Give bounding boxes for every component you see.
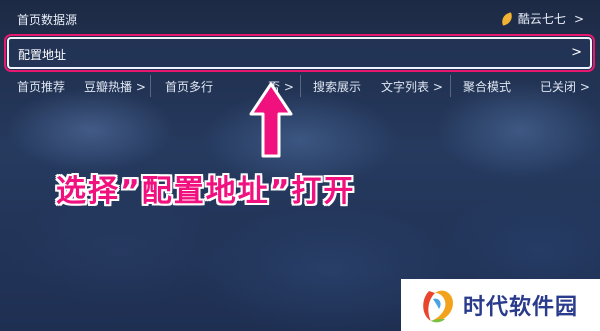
watermark: 时代软件园 — [401, 279, 600, 331]
menu-item-aggregate-value[interactable]: 已关闭 > — [540, 78, 590, 95]
config-address-label: 配置地址 — [18, 48, 67, 62]
menu-separator — [150, 75, 151, 97]
home-data-source-label: 首页数据源 — [17, 13, 78, 27]
chevron-right-icon: > — [571, 45, 582, 60]
menu-item-search-display[interactable]: 搜索展示 — [313, 78, 361, 95]
menu-item-text-list[interactable]: 文字列表 > — [381, 78, 443, 95]
menu-item-home-recommend[interactable]: 首页推荐 — [17, 78, 65, 95]
watermark-logo-icon — [423, 290, 453, 323]
instruction-annotation: 选择”配置地址”打开 — [56, 174, 356, 209]
config-address-row[interactable]: 配置地址 > — [4, 34, 595, 72]
home-data-source-value[interactable]: 酷云七七 > — [499, 10, 584, 27]
menu-item-home-multirow[interactable]: 首页多行 — [165, 78, 213, 95]
data-source-name: 酷云七七 — [517, 12, 566, 26]
menu-separator — [300, 75, 301, 97]
menu-item-aggregate-mode[interactable]: 聚合模式 — [463, 78, 511, 95]
up-arrow-annotation — [249, 82, 293, 158]
menu-separator — [450, 75, 451, 97]
settings-menu-row: 首页推荐 豆瓣热播 > 首页多行 否 > 搜索展示 文字列表 > 聚合模式 已关… — [0, 75, 600, 97]
home-data-source-row[interactable]: 首页数据源 酷云七七 > — [0, 0, 600, 36]
watermark-text: 时代软件园 — [463, 295, 579, 320]
menu-item-douban-hot[interactable]: 豆瓣热播 > — [84, 78, 146, 95]
leaf-icon — [499, 11, 515, 26]
chevron-right-icon: > — [573, 11, 584, 26]
